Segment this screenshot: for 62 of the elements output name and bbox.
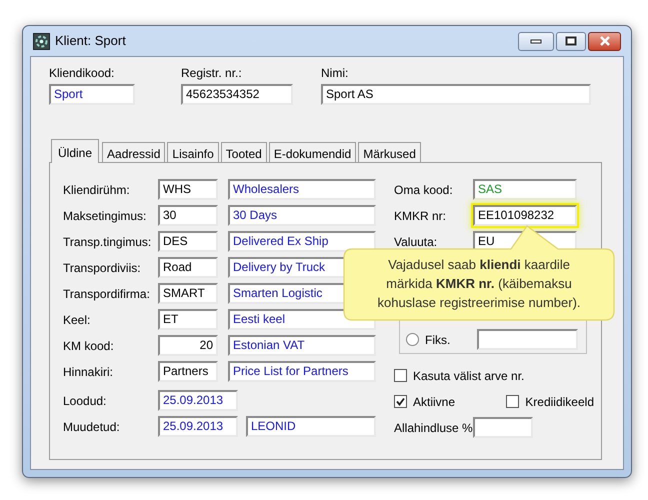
text-field[interactable]: [476, 329, 578, 350]
close-icon: [598, 36, 610, 46]
text-field[interactable]: ET: [158, 309, 218, 330]
field-label: Valuuta:: [394, 234, 438, 248]
text-field[interactable]: Partners: [158, 361, 218, 382]
text-field[interactable]: Wholesalers: [228, 179, 376, 200]
tab[interactable]: Märkused: [358, 142, 421, 162]
tab[interactable]: E-dokumendid: [268, 142, 356, 162]
field-label: Nimi:: [321, 66, 350, 80]
text-field[interactable]: WHS: [158, 179, 218, 200]
field-label: Hinnakiri:: [63, 364, 114, 378]
checkbox-label: Kasuta välist arve nr.: [413, 368, 524, 382]
date-field[interactable]: 25.09.2013: [158, 390, 238, 411]
field-label: Registr. nr.:: [181, 66, 243, 80]
field-label: KMKR nr:: [394, 208, 448, 222]
field-label: Kliendirühm:: [63, 182, 131, 196]
text-field[interactable]: 45623534352: [181, 84, 293, 105]
radio-label: Fiks.: [425, 332, 450, 346]
text-field[interactable]: SAS: [473, 179, 577, 200]
text-field[interactable]: LEONID: [246, 416, 376, 437]
tab[interactable]: Tooted: [220, 142, 267, 162]
close-button[interactable]: [588, 32, 621, 50]
text-field[interactable]: EE101098232: [473, 205, 577, 226]
date-field[interactable]: 25.09.2013: [158, 416, 238, 437]
text-field[interactable]: [473, 417, 533, 438]
radio-button[interactable]: [406, 333, 419, 346]
checkbox[interactable]: [394, 395, 407, 408]
text-field[interactable]: Delivered Ex Ship: [228, 231, 376, 252]
maximize-button[interactable]: [556, 32, 586, 50]
minimize-button[interactable]: [518, 32, 554, 50]
app-icon: [33, 32, 50, 50]
text-field[interactable]: Sport: [49, 84, 135, 105]
field-label: Transpordiviis:: [63, 260, 142, 274]
field-label: Keel:: [63, 312, 92, 326]
field-label: Transpordifirma:: [63, 286, 151, 300]
field-label: Maksetingimus:: [63, 208, 148, 222]
text-field[interactable]: 30 Days: [228, 205, 376, 226]
field-label: Muudetud:: [63, 420, 121, 434]
tab[interactable]: Lisainfo: [167, 142, 219, 162]
field-label: Kliendikood:: [49, 66, 116, 80]
field-label: KM kood:: [63, 338, 115, 352]
text-field[interactable]: 30: [158, 205, 218, 226]
checkbox-label: Aktiivne: [413, 394, 456, 408]
text-field[interactable]: SMART: [158, 283, 218, 304]
text-field[interactable]: Price List for Partners: [228, 361, 376, 382]
text-field[interactable]: Estonian VAT: [228, 335, 376, 356]
window-title: Klient: Sport: [55, 32, 126, 50]
minimize-icon: [530, 38, 542, 44]
field-label: Transp.tingimus:: [63, 234, 152, 248]
checkbox[interactable]: [506, 395, 520, 408]
text-field[interactable]: Sport AS: [321, 84, 591, 105]
field-label: Oma kood:: [394, 182, 454, 196]
text-field[interactable]: Road: [158, 257, 218, 278]
maximize-icon: [565, 36, 577, 46]
field-label: Loodud:: [63, 394, 108, 408]
checkbox-label: Krediidikeeld: [525, 394, 594, 408]
tab[interactable]: Üldine: [51, 139, 100, 163]
text-field[interactable]: DES: [158, 231, 218, 252]
checkbox[interactable]: [394, 369, 407, 382]
text-field[interactable]: 20: [158, 335, 218, 356]
callout-text: Vajadusel saab kliendi kaardile märkida KMKR nr. (käibemaksu kohuslase registreerimise number).: [376, 256, 582, 312]
tab[interactable]: Aadressid: [102, 142, 166, 162]
